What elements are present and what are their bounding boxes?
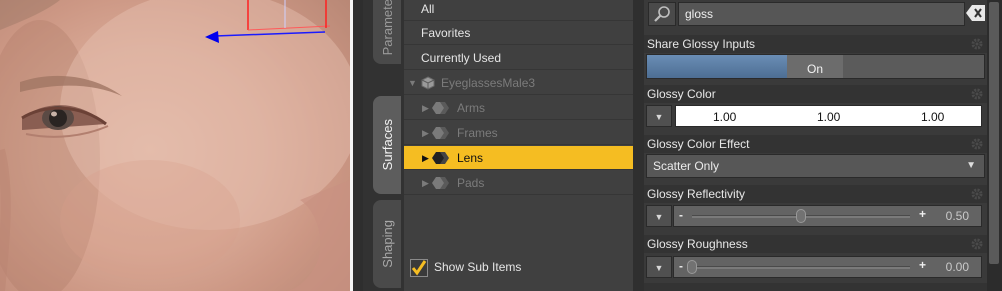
tab-surfaces-label: Surfaces [379,119,395,171]
glossy-roughness-menu-button[interactable]: ▼ [646,256,672,278]
filter-bar: gloss [644,0,987,30]
gear-icon[interactable] [971,238,983,250]
show-sub-items-label: Show Sub Items [434,260,522,274]
scrollbar-thumb[interactable] [989,2,999,264]
slider-track[interactable] [692,266,910,269]
tab-parameters-label: Paramete [379,0,395,56]
figure-icon [421,76,435,90]
slider-value[interactable]: 0.00 [946,260,969,274]
tree-item-lens[interactable]: ▶ Lens [404,146,633,170]
slider-handle[interactable] [796,209,806,223]
tree-item-frames[interactable]: ▶ Frames [404,121,633,145]
collapsed-arrow-icon[interactable]: ▶ [422,96,429,120]
surface-tree-panel: All Favorites Currently Used ▼ Eyeglasse… [404,0,633,291]
tree-item-pads[interactable]: ▶ Pads [404,171,633,195]
glossy-roughness-slider[interactable]: - + 0.00 [673,256,982,278]
glossy-reflectivity-menu-button[interactable]: ▼ [646,205,672,227]
show-sub-items-checkbox[interactable]: Show Sub Items [410,258,610,278]
glossy-color-menu-button[interactable]: ▼ [646,105,672,127]
decrement-button[interactable]: - [679,259,683,273]
decrement-button[interactable]: - [679,208,683,222]
3d-viewport[interactable] [0,0,350,291]
clear-icon [966,5,985,21]
property-label: Glossy Color Effect [647,137,750,151]
tree-item-all[interactable]: All [404,0,633,21]
tab-parameters[interactable]: Paramete [373,0,401,64]
tree-item-favorites[interactable]: Favorites [404,21,633,45]
vertical-tab-strip: Paramete Surfaces Shaping [363,0,404,291]
clear-search-button[interactable] [966,4,985,22]
search-input[interactable]: gloss [678,2,965,26]
expanded-arrow-icon[interactable]: ▼ [408,71,417,95]
tree-item-label: Frames [457,126,498,140]
tree-item-label: EyeglassesMale3 [441,76,536,90]
toggle-on-segment[interactable]: On [787,55,843,78]
collapsed-arrow-icon[interactable]: ▶ [422,146,429,170]
property-label: Glossy Color [647,87,716,101]
tab-shaping-label: Shaping [379,220,395,268]
property-label: Share Glossy Inputs [647,37,756,51]
tree-item-currently-used[interactable]: Currently Used [404,46,633,70]
search-input-value: gloss [685,7,714,21]
glossy-color-header: Glossy Color [644,85,987,103]
checkbox-checked-icon[interactable] [410,259,428,277]
search-button[interactable] [648,2,676,26]
dropdown-arrow-icon: ▼ [654,263,664,273]
collapsed-arrow-icon[interactable]: ▶ [422,121,429,145]
toggle-track-right [843,55,984,78]
share-glossy-inputs-header: Share Glossy Inputs [644,35,987,53]
tree-item-label: Arms [457,101,485,115]
glossy-roughness-header: Glossy Roughness [644,235,987,253]
glossy-reflectivity-header: Glossy Reflectivity [644,185,987,203]
property-label: Glossy Reflectivity [647,187,746,201]
material-icon [432,102,449,114]
dropdown-arrow-icon: ▼ [654,112,664,122]
collapsed-arrow-icon[interactable]: ▶ [422,171,429,195]
gear-icon[interactable] [971,138,983,150]
tree-item-label: All [421,2,435,16]
panel-splitter[interactable] [633,0,644,291]
glossy-reflectivity-slider[interactable]: - + 0.50 [673,205,982,227]
glossy-color-effect-dropdown[interactable]: Scatter Only ▼ [646,154,985,178]
dropdown-value: Scatter Only [653,159,720,173]
material-icon [432,177,449,189]
share-glossy-inputs-toggle[interactable]: On [646,54,985,79]
gear-icon[interactable] [971,88,983,100]
tab-shaping[interactable]: Shaping [373,200,401,288]
tree-item-root[interactable]: ▼ EyeglassesMale3 [404,71,633,95]
search-icon [654,6,670,22]
color-red-value[interactable]: 1.00 [713,110,736,124]
material-icon [432,152,449,164]
tree-item-label: Currently Used [421,51,502,65]
property-label: Glossy Roughness [647,237,748,251]
color-blue-value[interactable]: 1.00 [921,110,944,124]
color-green-value[interactable]: 1.00 [817,110,840,124]
gear-icon[interactable] [971,188,983,200]
glossy-color-swatch[interactable]: 1.00 1.00 1.00 [675,105,982,127]
increment-button[interactable]: + [919,207,926,221]
pane-splitter[interactable] [353,0,363,291]
panel-footer [644,283,987,291]
tree-item-label: Pads [457,176,485,190]
gear-icon[interactable] [971,38,983,50]
slider-value[interactable]: 0.50 [946,209,969,223]
material-icon [432,127,449,139]
tree-item-arms[interactable]: ▶ Arms [404,96,633,120]
tree-item-label: Lens [457,151,484,165]
toggle-off-segment[interactable] [647,55,787,78]
slider-handle[interactable] [687,260,697,274]
surface-properties-panel: gloss Share Glossy Inputs On Glossy Colo… [644,0,987,291]
toggle-value: On [806,62,823,76]
tab-surfaces[interactable]: Surfaces [373,96,401,194]
tree-item-label: Favorites [421,26,471,40]
glossy-color-effect-header: Glossy Color Effect [644,135,987,153]
chevron-down-icon: ▼ [966,160,976,171]
dropdown-arrow-icon: ▼ [654,212,664,222]
increment-button[interactable]: + [919,258,926,272]
viewport-render [0,0,350,291]
